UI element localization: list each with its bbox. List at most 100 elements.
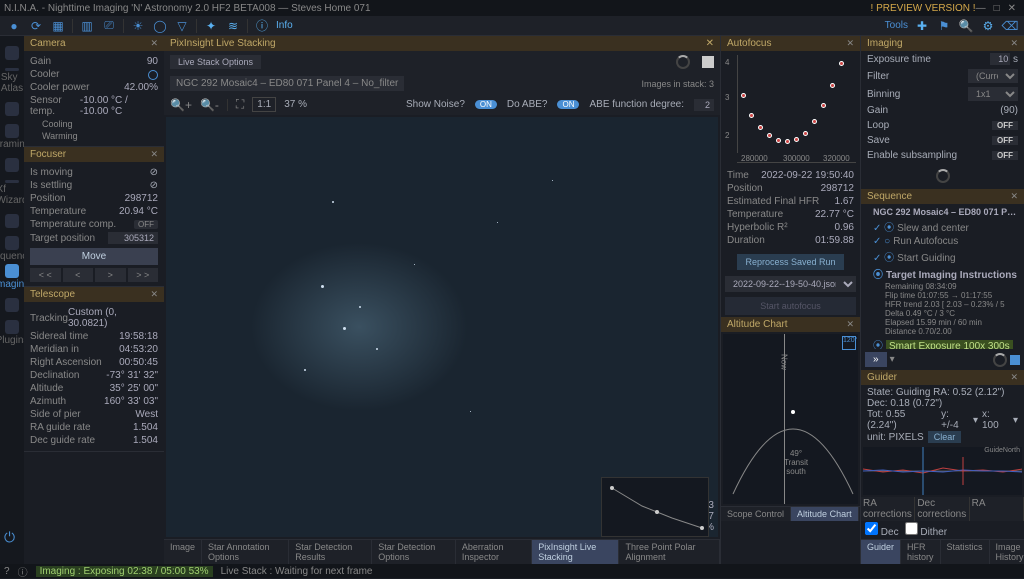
subsamp-toggle[interactable]: OFF <box>992 151 1018 160</box>
close-icon[interactable]: ✕ <box>1010 191 1018 202</box>
window-maximize[interactable]: □ <box>994 3 1000 14</box>
close-icon[interactable]: ✕ <box>1010 372 1018 383</box>
x-drop-icon[interactable]: ▾ <box>1013 415 1018 426</box>
focus-out[interactable]: > <box>95 268 126 282</box>
close-icon[interactable]: ✕ <box>150 38 158 49</box>
strip-imaging[interactable]: Imaging <box>2 264 22 290</box>
imaging-header[interactable]: Imaging✕ <box>861 36 1024 51</box>
focus-in[interactable]: < <box>63 268 94 282</box>
flag-tool-icon[interactable]: ⚑ <box>936 18 952 34</box>
search-tool-icon[interactable]: 🔍 <box>958 18 974 34</box>
zoom-out-icon[interactable]: 🔍- <box>200 98 219 112</box>
sun-icon[interactable]: ☀ <box>130 18 146 34</box>
warming-tree[interactable]: Warming <box>30 130 158 142</box>
altitude-header[interactable]: Altitude Chart✕ <box>721 317 860 332</box>
y-drop-icon[interactable]: ▾ <box>973 415 978 426</box>
tab-imghist[interactable]: Image History <box>990 540 1024 564</box>
move-button[interactable]: Move <box>30 248 158 265</box>
gear-tool-icon[interactable]: ⚙ <box>980 18 996 34</box>
focus-in-fast[interactable]: < < <box>30 268 61 282</box>
refresh-icon[interactable]: ⟳ <box>28 18 44 34</box>
cooler-toggle[interactable] <box>148 70 158 80</box>
dither-check[interactable] <box>905 522 918 535</box>
tab-hfr[interactable]: HFR history <box>901 540 941 564</box>
tab-star-ann[interactable]: Star Annotation Options <box>202 540 289 564</box>
strip-item-0[interactable] <box>2 40 22 66</box>
zoom-fit-icon[interactable]: ⛶ <box>236 97 244 112</box>
live-stack-options-button[interactable]: Live Stack Options <box>170 55 261 69</box>
telescope-header[interactable]: Telescope✕ <box>24 287 164 302</box>
exposure-input[interactable] <box>990 53 1010 65</box>
focuser-header[interactable]: Focuser✕ <box>24 147 164 162</box>
strip-item-9[interactable] <box>2 292 22 318</box>
tab-scope-control[interactable]: Scope Control <box>721 507 791 521</box>
strip-item-4[interactable] <box>2 152 22 178</box>
close-icon[interactable]: ✕ <box>706 38 714 49</box>
strip-plugins[interactable]: Plugins <box>2 320 22 346</box>
power-icon[interactable]: ⏻ <box>4 529 15 546</box>
tab-aberration[interactable]: Aberration Inspector <box>456 540 532 564</box>
temp-comp-toggle[interactable]: OFF <box>134 220 158 229</box>
seq-play-button[interactable]: » <box>865 352 887 367</box>
dec-check[interactable] <box>865 522 878 535</box>
seq-stop-button[interactable] <box>1010 355 1020 365</box>
strip-item-2[interactable] <box>2 96 22 122</box>
bulb-icon[interactable]: ◯ <box>152 18 168 34</box>
center-panel-header[interactable]: PixInsight Live Stacking✕ <box>164 36 720 51</box>
do-abe-toggle[interactable]: ON <box>557 100 579 109</box>
autofocus-header[interactable]: Autofocus✕ <box>721 36 860 51</box>
abe-degree-input[interactable] <box>694 99 714 111</box>
camera-header[interactable]: Camera✕ <box>24 36 164 51</box>
cooling-tree[interactable]: Cooling <box>30 118 158 130</box>
info-icon[interactable]: ⓘ <box>254 18 270 34</box>
tab-star-opt[interactable]: Star Detection Options <box>372 540 456 564</box>
erase-tool-icon[interactable]: ⌫ <box>1002 18 1018 34</box>
close-icon[interactable]: ✕ <box>846 319 854 330</box>
zoom-11[interactable]: 1:1 <box>252 97 276 112</box>
window-minimize[interactable]: — <box>976 3 986 14</box>
close-icon[interactable]: ✕ <box>846 38 854 49</box>
filter-select[interactable]: (Current) <box>968 69 1018 83</box>
tab-stats[interactable]: Statistics <box>941 540 990 564</box>
stop-button[interactable] <box>702 56 714 68</box>
save-toggle[interactable]: OFF <box>992 136 1018 145</box>
window-close[interactable]: ✕ <box>1008 3 1016 14</box>
tab-image[interactable]: Image <box>164 540 202 564</box>
record-icon[interactable]: ● <box>6 18 22 34</box>
tab-pixinsight[interactable]: PixInsight Live Stacking <box>532 540 619 564</box>
tab-altitude[interactable]: Altitude Chart <box>791 507 859 521</box>
close-icon[interactable]: ✕ <box>150 289 158 300</box>
sliders-icon[interactable]: ⎚ <box>101 18 117 34</box>
chart-icon[interactable]: ▦ <box>50 18 66 34</box>
strip-sequencer[interactable]: Sequencer <box>2 236 22 262</box>
sequence-header[interactable]: Sequence✕ <box>861 189 1024 204</box>
histogram-icon[interactable]: ▥ <box>79 18 95 34</box>
show-noise-toggle[interactable]: ON <box>475 100 497 109</box>
tab-tppa[interactable]: Three Point Polar Alignment <box>619 540 720 564</box>
reprocess-button[interactable]: Reprocess Saved Run <box>737 254 843 270</box>
strip-xf-wizard[interactable]: Xf Wizard <box>2 180 22 206</box>
guider-header[interactable]: Guider✕ <box>861 370 1024 385</box>
shield-icon[interactable]: ▽ <box>174 18 190 34</box>
close-icon[interactable]: ✕ <box>1010 38 1018 49</box>
loop-toggle[interactable]: OFF <box>992 121 1018 130</box>
close-icon[interactable]: ✕ <box>150 149 158 160</box>
strip-item-6[interactable] <box>2 208 22 234</box>
strip-sky-atlas[interactable]: Sky Atlas <box>2 68 22 94</box>
layers-icon[interactable]: ≋ <box>225 18 241 34</box>
add-tool-icon[interactable]: ✚ <box>914 18 930 34</box>
binning-select[interactable]: 1x1 <box>968 87 1018 101</box>
af-file-select[interactable]: 2022-09-22--19-50-40.json <box>725 276 856 292</box>
focus-out-fast[interactable]: > > <box>128 268 159 282</box>
start-autofocus-button[interactable]: Start autofocus <box>725 297 856 315</box>
tab-guider[interactable]: Guider <box>861 540 901 564</box>
clear-button[interactable]: Clear <box>928 431 962 443</box>
help-icon[interactable]: ? <box>4 566 10 577</box>
tab-star-res[interactable]: Star Detection Results <box>289 540 372 564</box>
seq-drop-icon[interactable]: ▾ <box>890 354 895 365</box>
info-status-icon[interactable]: ⓘ <box>18 564 28 579</box>
image-preview[interactable]: σ Start: 0.8223 σ Now: 0.5487 Δ : 33.27% <box>166 117 718 537</box>
target-pos-input[interactable] <box>108 232 158 244</box>
strip-framing[interactable]: Framing <box>2 124 22 150</box>
puzzle-icon[interactable]: ✦ <box>203 18 219 34</box>
